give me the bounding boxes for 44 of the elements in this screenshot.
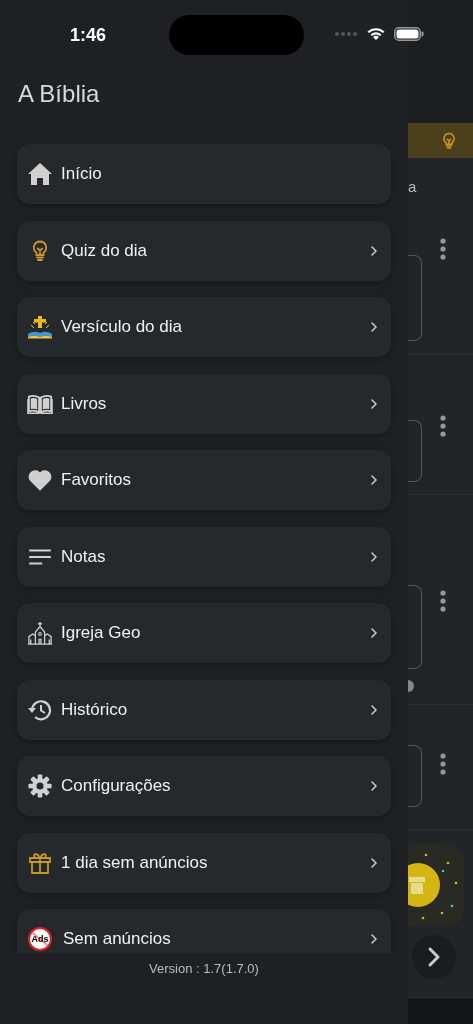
menu-item[interactable]: Configurações [17,756,391,816]
app-title: A Bíblia [18,79,101,109]
more-icon[interactable] [440,415,446,437]
icon-text: Ads [31,934,49,944]
status-time: 1:46 [70,24,107,46]
menu-label: Histórico [61,699,129,720]
menu-item[interactable]: Quiz do dia [17,220,391,281]
menu-label: Configurações [61,776,172,796]
menu-label: Igreja Geo [61,623,142,643]
menu-label: Sem anúncios [63,929,172,949]
version-label: Version : 1.7(1.7.0) [148,961,260,976]
next-button[interactable] [412,935,456,979]
menu-item[interactable]: Versículo do dia [17,297,391,357]
battery-icon [394,26,424,41]
menu-label: Livros [61,393,108,414]
quiz-banner[interactable] [408,123,473,158]
signal-icon [334,30,358,37]
more-icon[interactable] [440,590,446,612]
text-fragment: a [408,178,417,196]
menu-label: Favoritos [61,470,132,490]
menu-item[interactable]: 1 dia sem anúncios [17,832,391,893]
menu-item[interactable]: Notas [17,526,391,587]
menu-label: Notas [61,546,107,567]
settings-icon [26,773,53,799]
menu-label: Quiz do dia [61,240,148,261]
menu-item[interactable]: Livros [17,373,391,434]
menu-item[interactable]: Favoritos [17,450,391,510]
bracket-frame [408,420,422,482]
heart-icon [26,467,53,493]
wifi-icon [366,26,386,41]
menu-item[interactable]: Igreja Geo [17,603,391,663]
more-icon[interactable] [440,238,446,260]
menu-item[interactable]: Histórico [17,679,391,740]
menu-label: 1 dia sem anúncios [61,852,209,873]
bracket-frame [408,745,422,807]
church-icon [26,620,53,646]
more-icon[interactable] [440,753,446,775]
bible-cross-icon [26,314,53,340]
gift-button[interactable] [408,843,464,927]
menu-label: Versículo do dia [61,317,183,337]
home-icon [26,161,53,187]
menu-item[interactable]: Início [17,144,391,204]
menu-item[interactable]: Ads Sem anúncios [17,909,391,953]
menu-label: Início [61,164,103,184]
